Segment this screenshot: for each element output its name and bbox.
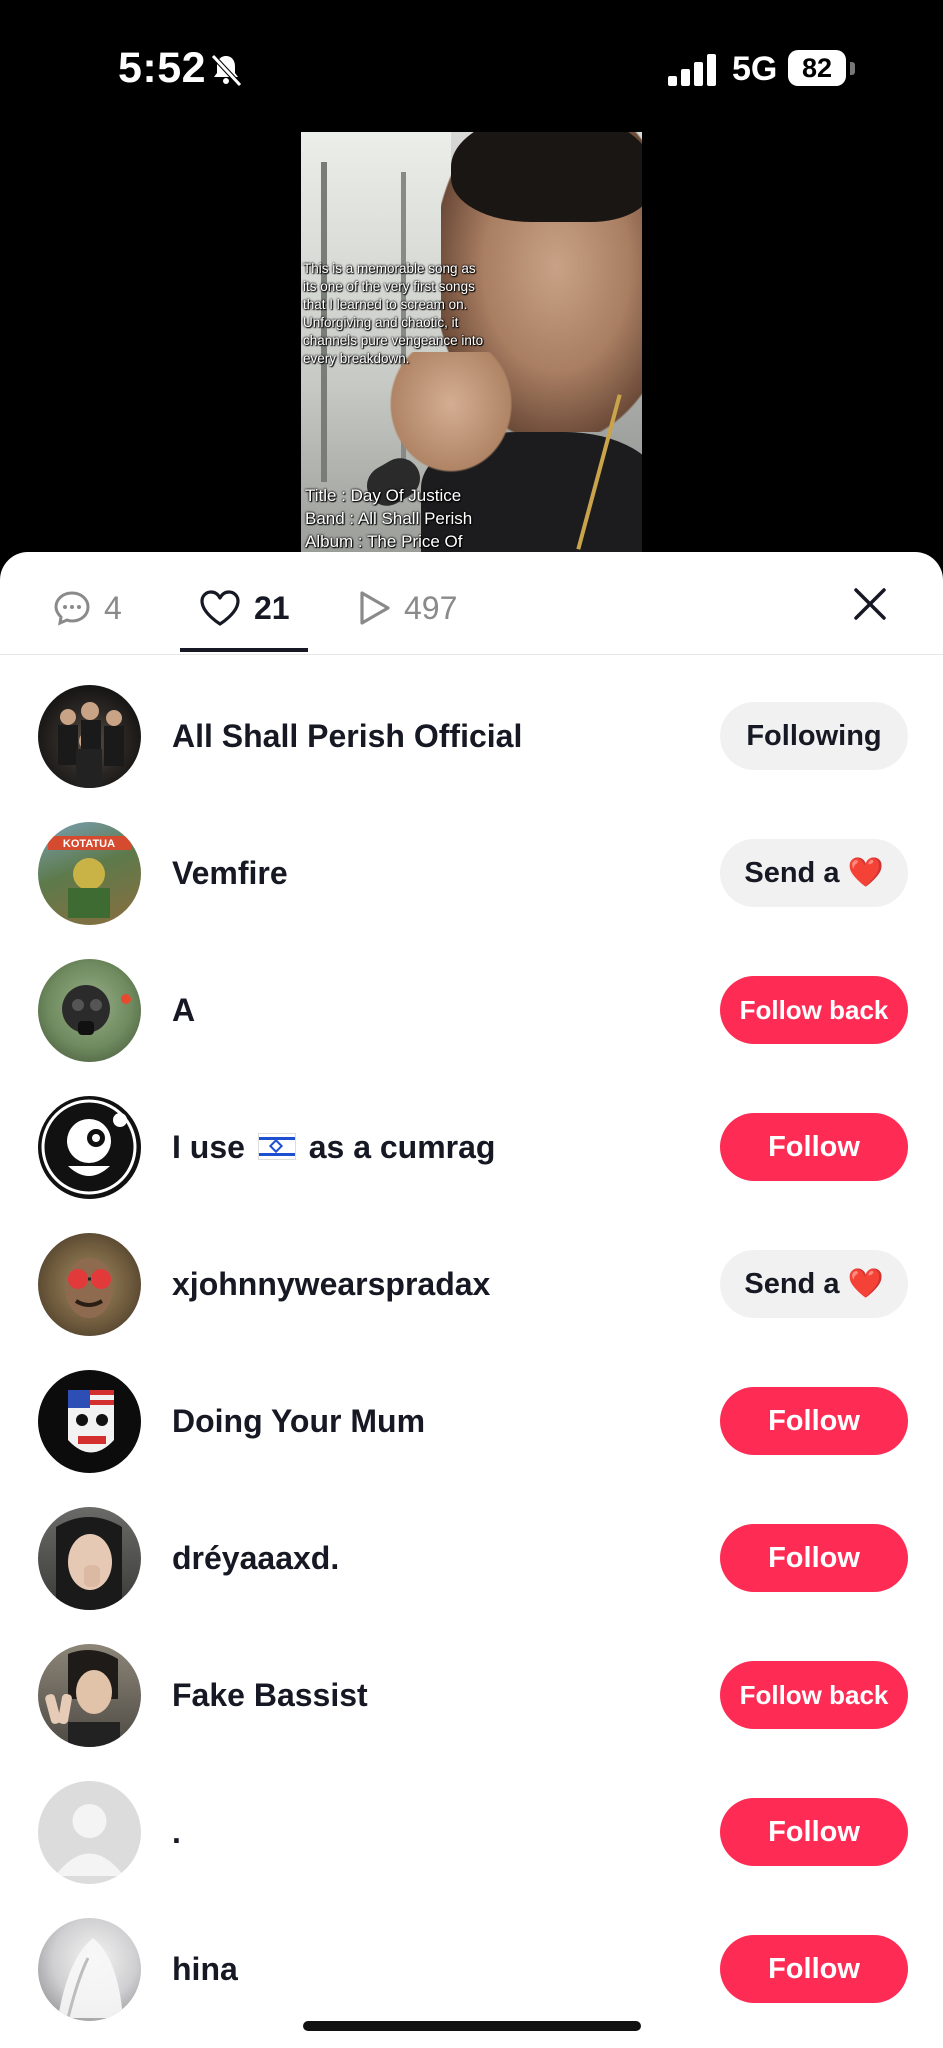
liker-row[interactable]: Doing Your Mum Follow (0, 1353, 943, 1490)
follow-button[interactable]: Follow (720, 1935, 908, 2003)
liker-name[interactable]: xjohnnywearspradax (172, 1216, 490, 1353)
play-icon (360, 591, 390, 625)
song-band: Band : All Shall Perish (305, 509, 473, 528)
video-preview[interactable]: This is a memorable song as its one of t… (301, 132, 642, 552)
battery-cap (850, 62, 855, 75)
caption-line: channels pure vengeance into (303, 333, 484, 348)
liker-name[interactable]: Vemfire (172, 805, 288, 942)
liker-row[interactable]: A Follow back (0, 942, 943, 1079)
liker-row[interactable]: All Shall Perish Official Following (0, 668, 943, 805)
follow-button[interactable]: Follow (720, 1524, 908, 1592)
liker-name[interactable]: hina (172, 1901, 238, 2038)
caption-line: that I learned to scream on. (303, 297, 468, 312)
status-time: 5:52 (118, 44, 207, 92)
active-tab-indicator (180, 648, 308, 652)
avatar[interactable] (38, 1644, 141, 1747)
comments-count: 4 (104, 589, 122, 626)
heart-icon: ❤️ (847, 1268, 884, 1300)
israel-flag-icon (257, 1133, 296, 1161)
flag-mask (68, 1390, 114, 1453)
liker-name[interactable]: I use as a cumrag (172, 1079, 495, 1216)
liker-name[interactable]: dréyaaaxd. (172, 1490, 339, 1627)
caption-line: This is a memorable song as (303, 261, 476, 276)
send-heart-label: Send a (744, 1268, 840, 1300)
flag-star (268, 1138, 283, 1154)
tab-comments[interactable]: 4 (52, 584, 122, 632)
liker-row[interactable]: xjohnnywearspradax Send a ❤️ (0, 1216, 943, 1353)
band-photo (58, 702, 124, 788)
default-avatar-icon (55, 1804, 124, 1876)
avatar[interactable] (38, 685, 141, 788)
liker-row[interactable]: KOTATUA Vemfire Send a ❤️ (0, 805, 943, 942)
send-heart-label: Send a (744, 857, 840, 889)
song-title: Title : Day Of Justice (305, 486, 462, 505)
white-hair (58, 1938, 123, 2019)
liker-row[interactable]: Fake Bassist Follow back (0, 1627, 943, 1764)
follow-button[interactable]: Follow (720, 1113, 908, 1181)
send-heart-button[interactable]: Send a ❤️ (720, 839, 908, 907)
liker-name[interactable]: . (172, 1764, 181, 1901)
network-type: 5G (732, 50, 778, 88)
follow-button[interactable]: Follow (720, 1798, 908, 1866)
follow-back-button[interactable]: Follow back (720, 976, 908, 1044)
caption-line: Unforgiving and chaotic, it (303, 315, 459, 330)
video-caption: This is a memorable song as its one of t… (303, 260, 503, 368)
following-button[interactable]: Following (720, 702, 908, 770)
liker-name-part: I use (172, 1129, 245, 1165)
svg-text:KOTATUA: KOTATUA (63, 838, 115, 850)
battery-icon: 82 (788, 50, 846, 86)
follow-button[interactable]: Follow (720, 1387, 908, 1455)
comment-bubble-icon (54, 591, 90, 626)
send-heart-button[interactable]: Send a ❤️ (720, 1250, 908, 1318)
peace-sign (45, 1650, 120, 1747)
tab-likes[interactable]: 21 (198, 584, 290, 632)
avatar[interactable] (38, 1918, 141, 2021)
song-info: Title : Day Of Justice Band : All Shall … (305, 484, 525, 552)
liker-name[interactable]: Fake Bassist (172, 1627, 368, 1764)
liker-row[interactable]: . Follow (0, 1764, 943, 1901)
avatar[interactable] (38, 1370, 141, 1473)
views-count: 497 (404, 589, 458, 626)
tab-views[interactable]: 497 (356, 584, 457, 632)
follow-back-button[interactable]: Follow back (720, 1661, 908, 1729)
liker-name-part: as a cumrag (308, 1129, 496, 1165)
avatar[interactable] (38, 1781, 141, 1884)
liker-row[interactable]: hina Follow (0, 1901, 943, 2038)
avatar[interactable] (38, 1233, 141, 1336)
liker-name[interactable]: A (172, 942, 195, 1079)
caption-line: every breakdown. (303, 351, 410, 366)
selfie (56, 1517, 122, 1610)
song-album: Album : The Price Of (305, 532, 463, 551)
avatar[interactable]: KOTATUA (38, 822, 141, 925)
silent-bell-icon (211, 54, 242, 87)
avatar[interactable] (38, 959, 141, 1062)
home-indicator[interactable] (303, 2021, 641, 2031)
liker-row[interactable]: dréyaaaxd. Follow (0, 1490, 943, 1627)
cell-signal-icon (668, 54, 716, 86)
video-person-hair (451, 132, 642, 222)
status-bar: 5:52 5G 82 (0, 0, 943, 130)
avatar[interactable] (38, 1096, 141, 1199)
cartoon-skull (41, 1099, 137, 1195)
liker-name[interactable]: Doing Your Mum (172, 1353, 425, 1490)
likes-count: 21 (254, 589, 290, 626)
heart-icon: ❤️ (847, 857, 884, 889)
red-glasses (65, 1258, 113, 1318)
avatar[interactable] (38, 1507, 141, 1610)
heart-outline-icon (200, 590, 240, 626)
liker-name[interactable]: All Shall Perish Official (172, 668, 522, 805)
close-icon[interactable] (852, 586, 888, 622)
caption-line: its one of the very first songs (303, 279, 475, 294)
likes-sheet: 4 21 497 All Shall Perish Official Follo… (0, 552, 943, 2048)
kotatua-art: KOTATUA (48, 836, 131, 918)
gas-mask (62, 985, 131, 1035)
activity-tabs: 4 21 497 (0, 552, 943, 655)
liker-row[interactable]: I use as a cumrag Follow (0, 1079, 943, 1216)
